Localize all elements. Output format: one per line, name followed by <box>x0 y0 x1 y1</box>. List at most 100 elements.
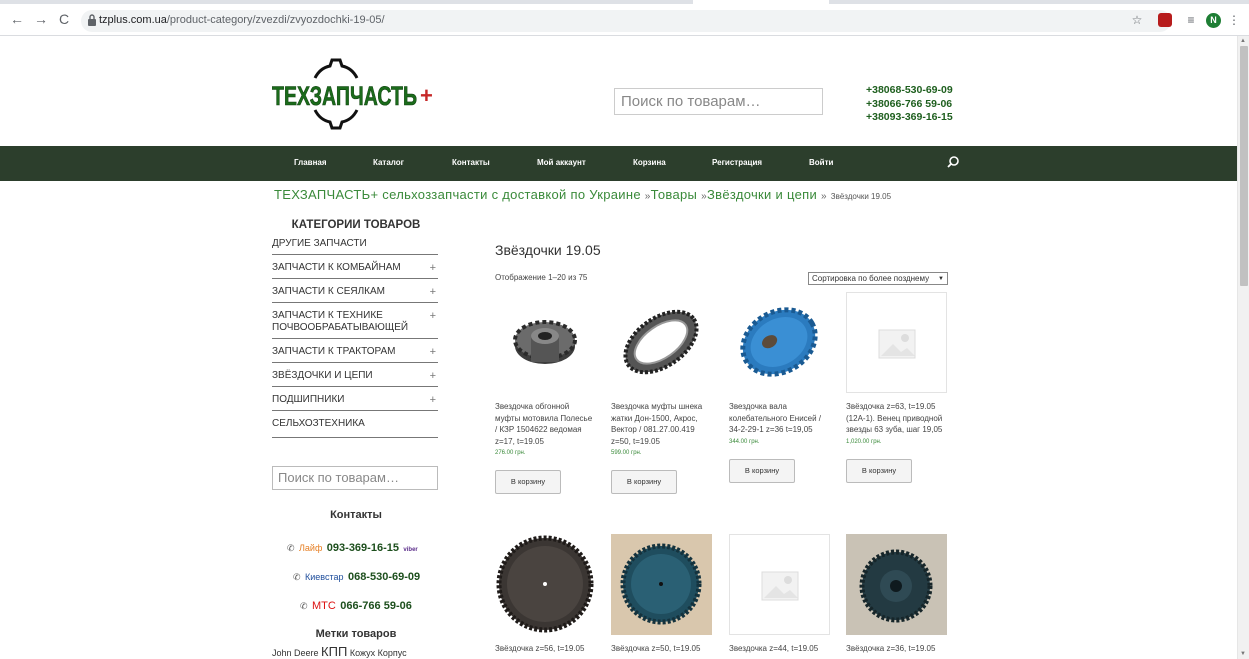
product-card: Звёздочка z=50, t=19.05 <box>611 534 712 655</box>
tag-cloud: John Deere КПП Кожух Корпус <box>272 644 407 659</box>
contact-kyivstar: ✆ Киевстар 068-530-69-09 <box>293 571 421 583</box>
tag-link[interactable]: Кожух <box>350 648 375 658</box>
nav-contacts[interactable]: Контакты <box>452 158 490 167</box>
add-to-cart-button[interactable]: В корзину <box>495 470 561 494</box>
category-item[interactable]: ЗАПЧАСТИ К ТРАКТОРАМ + <box>272 344 438 363</box>
add-to-cart-button[interactable]: В корзину <box>729 458 795 483</box>
phone-icon: ✆ <box>287 543 295 553</box>
contact-mts: ✆ МТС 066-766 59-06 <box>300 600 412 612</box>
profile-avatar[interactable]: N <box>1206 13 1221 28</box>
breadcrumb-current: Звёздочки 19.05 <box>830 192 892 201</box>
gear-logo-icon: ТЕХЗАПЧАСТЬ + <box>272 58 433 130</box>
reading-list-icon[interactable]: ≡ <box>1184 11 1198 29</box>
sidebar-search-input[interactable]: Поиск по товарам… <box>272 466 438 490</box>
product-name[interactable]: Звёздочка z=63, t=19.05 (12А-1). Венец п… <box>846 401 947 436</box>
image-placeholder-icon <box>761 571 799 601</box>
expand-icon[interactable]: + <box>430 286 436 298</box>
category-item[interactable]: ЗВЁЗДОЧКИ И ЦЕПИ + <box>272 368 438 387</box>
product-card: Звездочка обгонной муфты мотовила Полесь… <box>495 292 596 494</box>
breadcrumb-home[interactable]: ТЕХЗАПЧАСТЬ+ сельхоззапчасти с доставкой… <box>274 187 641 202</box>
nav-register[interactable]: Регистрация <box>712 158 762 167</box>
page-title: Звёздочки 19.05 <box>495 242 601 258</box>
product-image[interactable] <box>611 534 712 635</box>
category-item[interactable]: ДРУГИЕ ЗАПЧАСТИ <box>272 236 438 255</box>
breadcrumb-products[interactable]: Товары <box>651 187 698 202</box>
expand-icon[interactable]: + <box>430 262 436 274</box>
product-price: 1,020.00 грн. <box>846 438 882 445</box>
image-placeholder-icon <box>878 329 916 359</box>
tag-link[interactable]: КПП <box>321 644 347 659</box>
phone-icon: ✆ <box>293 572 301 582</box>
category-item[interactable]: ЗАПЧАСТИ К ТЕХНИКЕ ПОЧВООБРАБАТЫВАЮЩЕЙ + <box>272 308 438 339</box>
nav-catalog[interactable]: Каталог <box>373 158 404 167</box>
product-image[interactable] <box>495 534 596 635</box>
back-icon[interactable]: ← <box>9 11 25 27</box>
product-price: 599.00 грн. <box>611 450 642 456</box>
breadcrumb-sprockets[interactable]: Звёздочки и цепи <box>707 187 817 202</box>
category-item[interactable]: ЗАПЧАСТИ К СЕЯЛКАМ + <box>272 284 438 303</box>
category-item[interactable]: СЕЛЬХОЗТЕХНИКА <box>272 416 438 438</box>
contacts-title: Контакты <box>330 509 382 521</box>
product-image[interactable] <box>611 292 712 393</box>
product-image-placeholder[interactable] <box>729 534 830 635</box>
reload-icon[interactable]: C <box>56 11 72 27</box>
contact-life: ✆ Лайф 093-369-16-15 viber <box>287 542 418 554</box>
product-image[interactable] <box>729 292 830 393</box>
product-name[interactable]: Звездочка муфты шнека жатки Дон-1500, Ак… <box>611 401 712 447</box>
scroll-down-icon[interactable]: ▼ <box>1240 651 1246 657</box>
search-icon[interactable] <box>946 155 960 169</box>
product-image-placeholder[interactable] <box>846 292 947 393</box>
product-card: Звёздочка z=56, t=19.05 <box>495 534 596 655</box>
category-item[interactable]: ЗАПЧАСТИ К КОМБАЙНАМ + <box>272 260 438 279</box>
nav-account[interactable]: Мой аккаунт <box>537 158 586 167</box>
product-image[interactable] <box>495 292 596 393</box>
svg-text:+: + <box>420 83 433 108</box>
orderby-select[interactable]: Сортировка по более позднему ▼ <box>808 272 948 285</box>
menu-icon[interactable]: ⋮ <box>1228 11 1240 29</box>
header-phones: +38068-530-69-09 +38066-766 59-06 +38093… <box>866 84 953 125</box>
product-name[interactable]: Звездочка z=44, t=19.05 <box>729 643 830 655</box>
page-scrollbar[interactable]: ▲ ▼ <box>1237 36 1249 659</box>
lock-icon <box>88 14 96 26</box>
scroll-up-icon[interactable]: ▲ <box>1240 38 1246 44</box>
category-list: ДРУГИЕ ЗАПЧАСТИ ЗАПЧАСТИ К КОМБАЙНАМ + ЗА… <box>272 236 438 438</box>
scroll-thumb[interactable] <box>1240 46 1248 286</box>
expand-icon[interactable]: + <box>430 310 436 322</box>
product-name[interactable]: Звездочка обгонной муфты мотовила Полесь… <box>495 401 596 447</box>
categories-title: КАТЕГОРИИ ТОВАРОВ <box>291 219 421 231</box>
tag-link[interactable]: Корпус <box>378 648 407 658</box>
header-search-input[interactable]: Поиск по товарам… <box>614 88 823 115</box>
phone-3[interactable]: +38093-369-16-15 <box>866 111 953 125</box>
product-card: Звездочка муфты шнека жатки Дон-1500, Ак… <box>611 292 712 494</box>
expand-icon[interactable]: + <box>430 394 436 406</box>
product-card: Звёздочка z=36, t=19.05 <box>846 534 947 655</box>
nav-home[interactable]: Главная <box>294 158 327 167</box>
product-name[interactable]: Звёздочка z=50, t=19.05 <box>611 643 712 655</box>
bookmark-star-icon[interactable]: ☆ <box>1130 11 1144 29</box>
site-logo[interactable]: ТЕХЗАПЧАСТЬ + <box>270 56 440 132</box>
product-price: 276.00 грн. <box>495 450 526 456</box>
svg-text:ТЕХЗАПЧАСТЬ: ТЕХЗАПЧАСТЬ <box>272 81 417 111</box>
product-image[interactable] <box>846 534 947 635</box>
nav-cart[interactable]: Корзина <box>633 158 666 167</box>
add-to-cart-button[interactable]: В корзину <box>611 470 677 494</box>
product-card: Звездочка вала колебательного Енисей / 3… <box>729 292 830 483</box>
extension-icon[interactable] <box>1158 13 1172 27</box>
forward-icon[interactable]: → <box>33 11 49 27</box>
tag-link[interactable]: John Deere <box>272 648 319 658</box>
product-price: 344.00 грн. <box>729 438 760 445</box>
expand-icon[interactable]: + <box>430 346 436 358</box>
add-to-cart-button[interactable]: В корзину <box>846 458 912 483</box>
product-name[interactable]: Звёздочка z=36, t=19.05 <box>846 643 947 655</box>
product-name[interactable]: Звёздочка z=56, t=19.05 <box>495 643 596 655</box>
category-item[interactable]: ПОДШИПНИКИ + <box>272 392 438 411</box>
product-card: Звёздочка z=63, t=19.05 (12А-1). Венец п… <box>846 292 947 483</box>
product-name[interactable]: Звездочка вала колебательного Енисей / 3… <box>729 401 830 436</box>
expand-icon[interactable]: + <box>430 370 436 382</box>
phone-2[interactable]: +38066-766 59-06 <box>866 98 953 112</box>
nav-login[interactable]: Войти <box>809 158 833 167</box>
address-bar[interactable]: tzplus.com.ua/product-category/zvezdi/zv… <box>81 10 1171 32</box>
main-navigation: Главная Каталог Контакты Мой аккаунт Кор… <box>0 146 1237 181</box>
phone-1[interactable]: +38068-530-69-09 <box>866 84 953 98</box>
phone-icon: ✆ <box>300 601 308 611</box>
